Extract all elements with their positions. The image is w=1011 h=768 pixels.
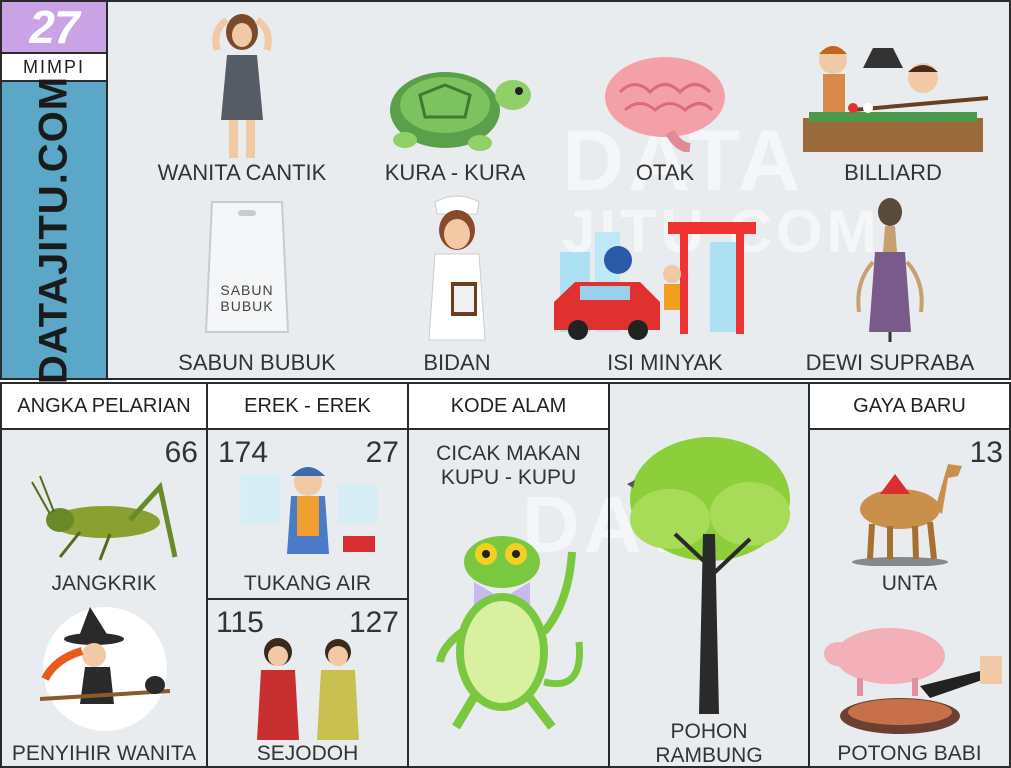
pohon-line-1: POHON	[670, 720, 748, 743]
top-item-isi-minyak: ISI MINYAK	[550, 192, 780, 377]
kode-alam-header: KODE ALAM	[409, 384, 608, 430]
top-item-kura-kura: KURA - KURA	[360, 10, 550, 190]
pig-butcher-icon	[824, 628, 1002, 734]
brand-text: DATAJITU.COM	[31, 75, 76, 385]
top-item-otak: OTAK	[580, 10, 750, 190]
top-item-label: SABUN BUBUK	[178, 350, 336, 375]
brain-icon	[605, 57, 725, 152]
bag-text: SABUN BUBUK	[220, 282, 274, 314]
gaya-baru-item-2: POTONG BABI	[837, 742, 982, 765]
brand-box: DATAJITU.COM	[2, 76, 106, 384]
kode-alam-title-1: CICAK MAKAN	[436, 442, 581, 465]
erek-column: EREK - EREK 174 27 TUKANG AIR 115 127 SE…	[208, 384, 409, 768]
kode-alam-title-2: KUPU - KUPU	[440, 466, 577, 489]
witch-icon	[39, 607, 171, 731]
pohon-line-2: RAMBUNG	[655, 744, 763, 767]
top-item-label: BIDAN	[423, 350, 491, 375]
top-item-billiard: BILLIARD	[788, 10, 998, 190]
erek-header: EREK - EREK	[208, 384, 407, 430]
gaya-baru-column: GAYA BARU 13 UNTA POTONG BABI	[810, 384, 1009, 768]
billiard-icon	[803, 46, 989, 152]
top-item-label: OTAK	[635, 160, 695, 185]
detergent-bag-icon	[204, 201, 290, 333]
top-item-dewi-supraba: DEWI SUPRABA	[790, 192, 990, 377]
top-item-wanita-cantik: WANITA CANTIK	[132, 10, 352, 190]
gaya-baru-header: GAYA BARU	[810, 384, 1009, 430]
sidebar: 27 MIMPI DATAJITU.COM	[2, 1, 108, 384]
wayang-puppet-icon	[856, 198, 924, 342]
top-item-label: WANITA CANTIK	[157, 160, 327, 185]
erek-cell2-label: SEJODOH	[256, 742, 359, 765]
angka-pelarian-number: 66	[164, 436, 198, 469]
top-item-sabun-bubuk: SABUN BUBUK SABUN BUBUK	[147, 192, 367, 377]
top-item-label: ISI MINYAK	[607, 350, 723, 375]
bottom-panel: DATA ANGKA PELARIAN 66 JANGKRIK PENYIHIR…	[0, 382, 1011, 768]
midwife-icon	[428, 195, 486, 341]
cricket-icon	[31, 475, 178, 561]
plumber-icon	[241, 467, 378, 554]
dream-number-box: 27	[2, 1, 106, 54]
gaya-baru-number: 13	[969, 436, 1003, 469]
erek-divider	[208, 598, 407, 600]
angka-pelarian-item-1: JANGKRIK	[51, 572, 157, 595]
top-item-label: BILLIARD	[844, 160, 942, 185]
gas-station-icon	[554, 222, 756, 340]
angka-pelarian-column: ANGKA PELARIAN 66 JANGKRIK PENYIHIR WANI…	[2, 384, 208, 768]
angka-pelarian-item-2: PENYIHIR WANITA	[11, 742, 197, 765]
turtle-icon	[390, 72, 531, 151]
angka-pelarian-header: ANGKA PELARIAN	[2, 384, 206, 430]
top-panel: DATA JITU.COM 27 MIMPI DATAJITU.COM WANI…	[0, 0, 1011, 384]
top-item-label: KURA - KURA	[384, 160, 526, 185]
camel-icon	[852, 464, 962, 566]
gecko-eating-butterfly-icon	[436, 536, 584, 730]
top-item-bidan: BIDAN	[392, 192, 522, 377]
kode-alam-column: KODE ALAM CICAK MAKAN KUPU - KUPU	[409, 384, 610, 768]
dream-number: 27	[29, 1, 79, 53]
erek-cell1-label: TUKANG AIR	[243, 572, 372, 595]
couple-icon	[257, 638, 359, 740]
tree-icon	[627, 437, 790, 714]
gaya-baru-item-1: UNTA	[881, 572, 938, 595]
top-item-label: DEWI SUPRABA	[805, 350, 975, 375]
pohon-column: POHON RAMBUNG	[610, 384, 810, 768]
woman-posing-icon	[212, 14, 272, 158]
